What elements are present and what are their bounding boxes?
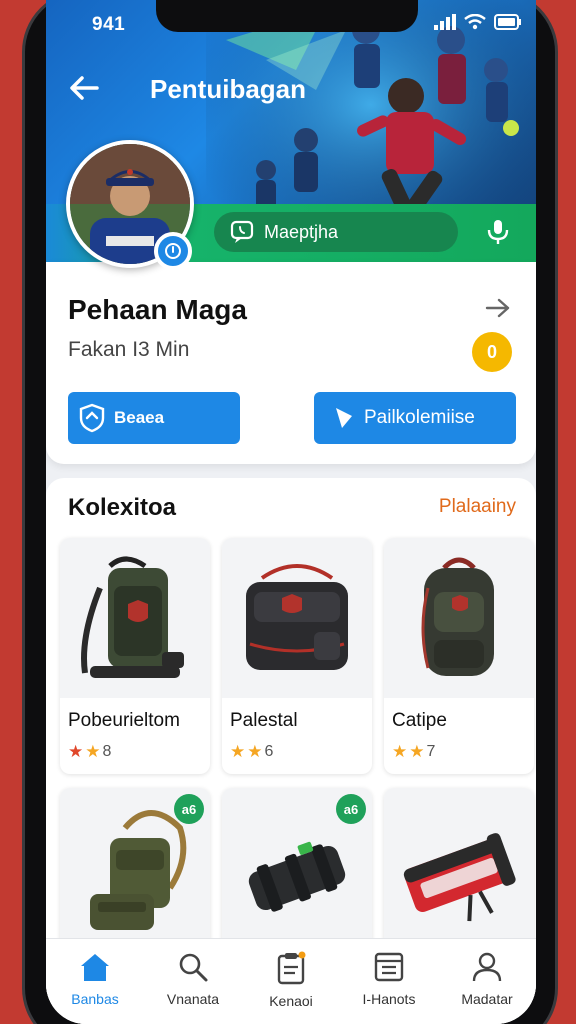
collection-title: Kolexitoa — [68, 494, 177, 521]
collection-item-card[interactable]: Palestal ★ ★ 6 — [222, 538, 372, 774]
user-icon — [472, 952, 502, 982]
nav-item-search[interactable]: Vnanata — [144, 939, 242, 1024]
profile-subtitle: Fakan I3 Min — [68, 338, 190, 361]
nav-item-home[interactable]: Banbas — [46, 939, 144, 1024]
profile-forward-button[interactable] — [482, 292, 514, 324]
bottom-navigation: Banbas Vnanata Kenaoi I-Hanots Madatar — [46, 938, 536, 1024]
rating-value: 7 — [426, 743, 436, 760]
item-rating: ★ ★ 8 — [68, 742, 111, 762]
nav-label: Banbas — [71, 991, 119, 1007]
message-button-label: Maeptjha — [264, 221, 339, 242]
rating-value: 8 — [102, 743, 112, 760]
collection-item-card[interactable] — [384, 788, 534, 948]
item-badge: a6 — [174, 794, 204, 824]
sling-bag-icon — [81, 556, 184, 678]
back-button[interactable] — [66, 70, 102, 106]
mic-button[interactable] — [482, 216, 514, 248]
coin-badge: 0 — [472, 332, 512, 372]
collection-item-card[interactable]: Pobeurieltom ★ ★ 8 — [60, 538, 210, 774]
item-name: Pobeurieltom — [68, 710, 180, 731]
collection-item-card[interactable]: Catipe ★ ★ 7 — [384, 538, 534, 774]
nav-item-orders[interactable]: Kenaoi — [242, 939, 340, 1024]
shield-action-button[interactable]: Beaea — [68, 392, 240, 444]
battery-icon — [494, 14, 521, 30]
page-title: Pentuibagan — [150, 74, 307, 104]
item-rating: ★ ★ 7 — [392, 742, 435, 762]
primary-action-label: Pailkolemiise — [364, 407, 475, 428]
chat-icon — [230, 220, 254, 243]
primary-action-button[interactable]: Pailkolemiise — [314, 392, 516, 444]
star-icon: ★ — [392, 742, 408, 761]
shield-action-label: Beaea — [114, 408, 165, 427]
item-image — [384, 538, 534, 698]
profile-card: Pehaan Maga Fakan I3 Min 0 Beaea Pailkol… — [46, 262, 536, 464]
status-time: 941 — [92, 14, 126, 35]
collection-item-card[interactable]: a6 — [222, 788, 372, 948]
star-icon: ★ — [409, 742, 425, 761]
item-image — [222, 538, 372, 698]
nav-label: Kenaoi — [269, 993, 313, 1009]
shield-icon — [79, 403, 105, 433]
edit-badge-icon — [165, 243, 181, 259]
microphone-icon — [487, 220, 509, 244]
collection-see-all-link[interactable]: Plalaainy — [439, 496, 516, 518]
profile-name: Pehaan Maga — [68, 294, 247, 325]
message-button[interactable]: Maeptjha — [214, 212, 458, 252]
item-image: a6 — [60, 788, 210, 948]
camera-notch — [156, 0, 418, 32]
app-screen: 941 Pentuibagan Maeptjha Pehaan Maga Fak… — [46, 0, 536, 1024]
item-image — [60, 538, 210, 698]
roll-bag-icon — [403, 833, 516, 922]
star-icon: ★ — [68, 742, 84, 761]
window-icon — [374, 952, 404, 982]
clipboard-icon — [277, 951, 306, 985]
signal-icon — [434, 14, 456, 30]
nav-item-profile[interactable]: Madatar — [438, 939, 536, 1024]
item-name: Catipe — [392, 710, 447, 731]
nav-label: Vnanata — [166, 991, 220, 1007]
item-image: a6 — [222, 788, 372, 948]
status-icons — [434, 14, 522, 30]
home-icon — [81, 954, 109, 981]
verified-badge[interactable] — [154, 232, 192, 270]
star-icon: ★ — [230, 742, 246, 761]
item-image — [384, 788, 534, 948]
item-badge: a6 — [336, 794, 366, 824]
backpack-icon — [421, 557, 494, 676]
nav-label: Madatar — [461, 991, 513, 1007]
nav-item-windows[interactable]: I-Hanots — [340, 939, 438, 1024]
collection-item-card[interactable]: a6 — [60, 788, 210, 948]
item-name: Palestal — [230, 710, 298, 731]
wifi-icon — [464, 14, 486, 30]
nav-label: I-Hanots — [362, 991, 416, 1007]
arrow-right-icon — [485, 298, 510, 318]
back-arrow-icon — [70, 76, 99, 100]
rating-value: 6 — [264, 743, 274, 760]
star-icon: ★ — [85, 742, 101, 761]
item-rating: ★ ★ 6 — [230, 742, 273, 762]
star-icon: ★ — [247, 742, 263, 761]
search-icon — [179, 953, 208, 982]
tag-icon — [336, 408, 352, 428]
duffel-bag-icon — [246, 564, 348, 670]
